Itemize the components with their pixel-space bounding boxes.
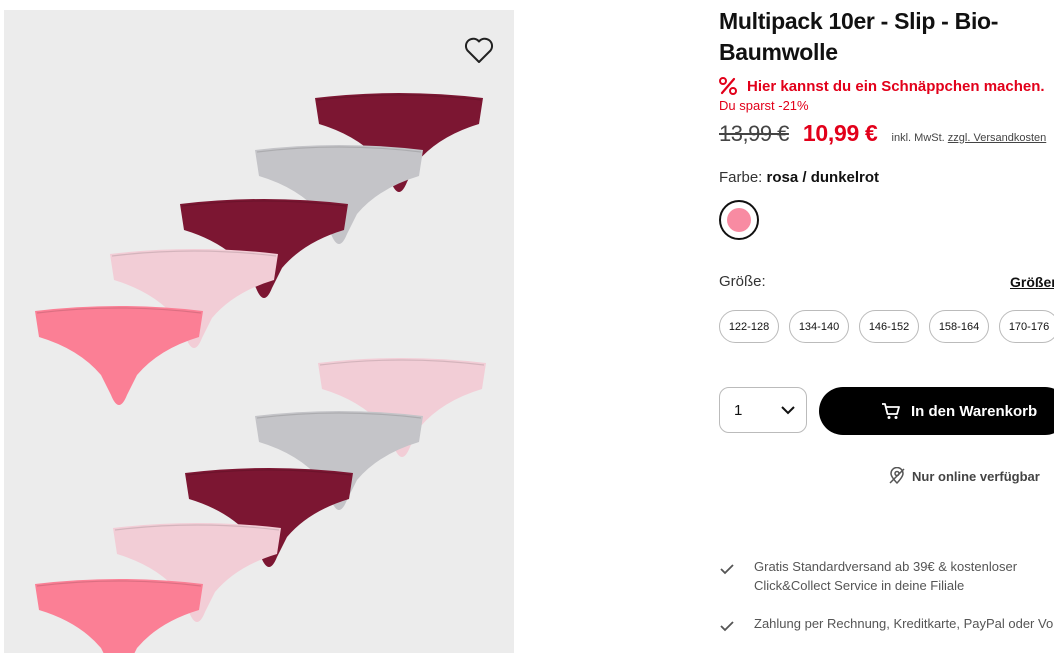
tax-info: inkl. MwSt. zzgl. Versandkosten xyxy=(892,132,1047,144)
benefit-line: Click&Collect Service in deine Filiale xyxy=(754,578,965,593)
shipping-link[interactable]: zzgl. Versandkosten xyxy=(948,132,1046,144)
add-to-cart-label: In den Warenkorb xyxy=(911,402,1038,420)
color-value: rosa / dunkelrot xyxy=(766,169,880,186)
tax-prefix: inkl. MwSt. xyxy=(891,132,945,144)
benefit-item: Gratis Standardversand ab 39€ & kostenlo… xyxy=(719,557,1017,595)
chevron-down-icon xyxy=(781,406,795,415)
size-option[interactable]: 134-140 xyxy=(789,310,849,343)
online-only-notice: Nur online verfügbar xyxy=(888,467,1040,485)
percent-icon xyxy=(719,77,737,95)
price-row: 13,99 € 10,99 € inkl. MwSt. zzgl. Versan… xyxy=(719,120,1046,147)
size-options: 122-128 134-140 146-152 158-164 170-176 xyxy=(719,310,1054,343)
quantity-value: 1 xyxy=(734,401,743,419)
product-image[interactable] xyxy=(4,10,514,653)
check-icon xyxy=(719,614,754,637)
quantity-select[interactable]: 1 xyxy=(719,387,807,433)
swatch-fill xyxy=(727,208,751,232)
check-icon xyxy=(719,557,754,580)
benefit-line: Zahlung per Rechnung, Kreditkarte, PayPa… xyxy=(754,616,1054,631)
size-option[interactable]: 122-128 xyxy=(719,310,779,343)
add-to-cart-button[interactable]: In den Warenkorb xyxy=(819,387,1054,435)
product-title: Multipack 10er - Slip - Bio-Baumwolle xyxy=(719,8,999,65)
cart-icon xyxy=(882,403,900,419)
color-label: Farbe: xyxy=(719,169,763,186)
old-price: 13,99 € xyxy=(719,121,789,146)
benefit-text: Gratis Standardversand ab 39€ & kostenlo… xyxy=(754,557,1017,595)
benefit-text: Zahlung per Rechnung, Kreditkarte, PayPa… xyxy=(754,614,1054,633)
product-info: Multipack 10er - Slip - Bio-Baumwolle Hi… xyxy=(719,6,1054,653)
size-guide-link[interactable]: Größen xyxy=(1010,274,1054,290)
deal-banner: Hier kannst du ein Schnäppchen machen. xyxy=(719,77,1045,95)
size-option[interactable]: 170-176 xyxy=(999,310,1054,343)
size-option[interactable]: 146-152 xyxy=(859,310,919,343)
deal-text: Hier kannst du ein Schnäppchen machen. xyxy=(747,77,1045,95)
benefit-line: Gratis Standardversand ab 39€ & kostenlo… xyxy=(754,559,1018,574)
size-label: Größe: xyxy=(719,273,766,290)
savings-text: Du sparst -21% xyxy=(719,98,809,113)
new-price: 10,99 € xyxy=(802,120,878,146)
color-swatch-selected[interactable] xyxy=(719,200,759,240)
color-row: Farbe: rosa / dunkelrot xyxy=(719,169,879,186)
heart-icon xyxy=(464,37,494,63)
benefit-item: Zahlung per Rechnung, Kreditkarte, PayPa… xyxy=(719,614,1054,637)
size-option[interactable]: 158-164 xyxy=(929,310,989,343)
store-unavailable-icon xyxy=(889,467,905,485)
product-photo xyxy=(35,93,486,653)
online-only-text: Nur online verfügbar xyxy=(912,468,1040,484)
wishlist-button[interactable] xyxy=(459,30,499,70)
